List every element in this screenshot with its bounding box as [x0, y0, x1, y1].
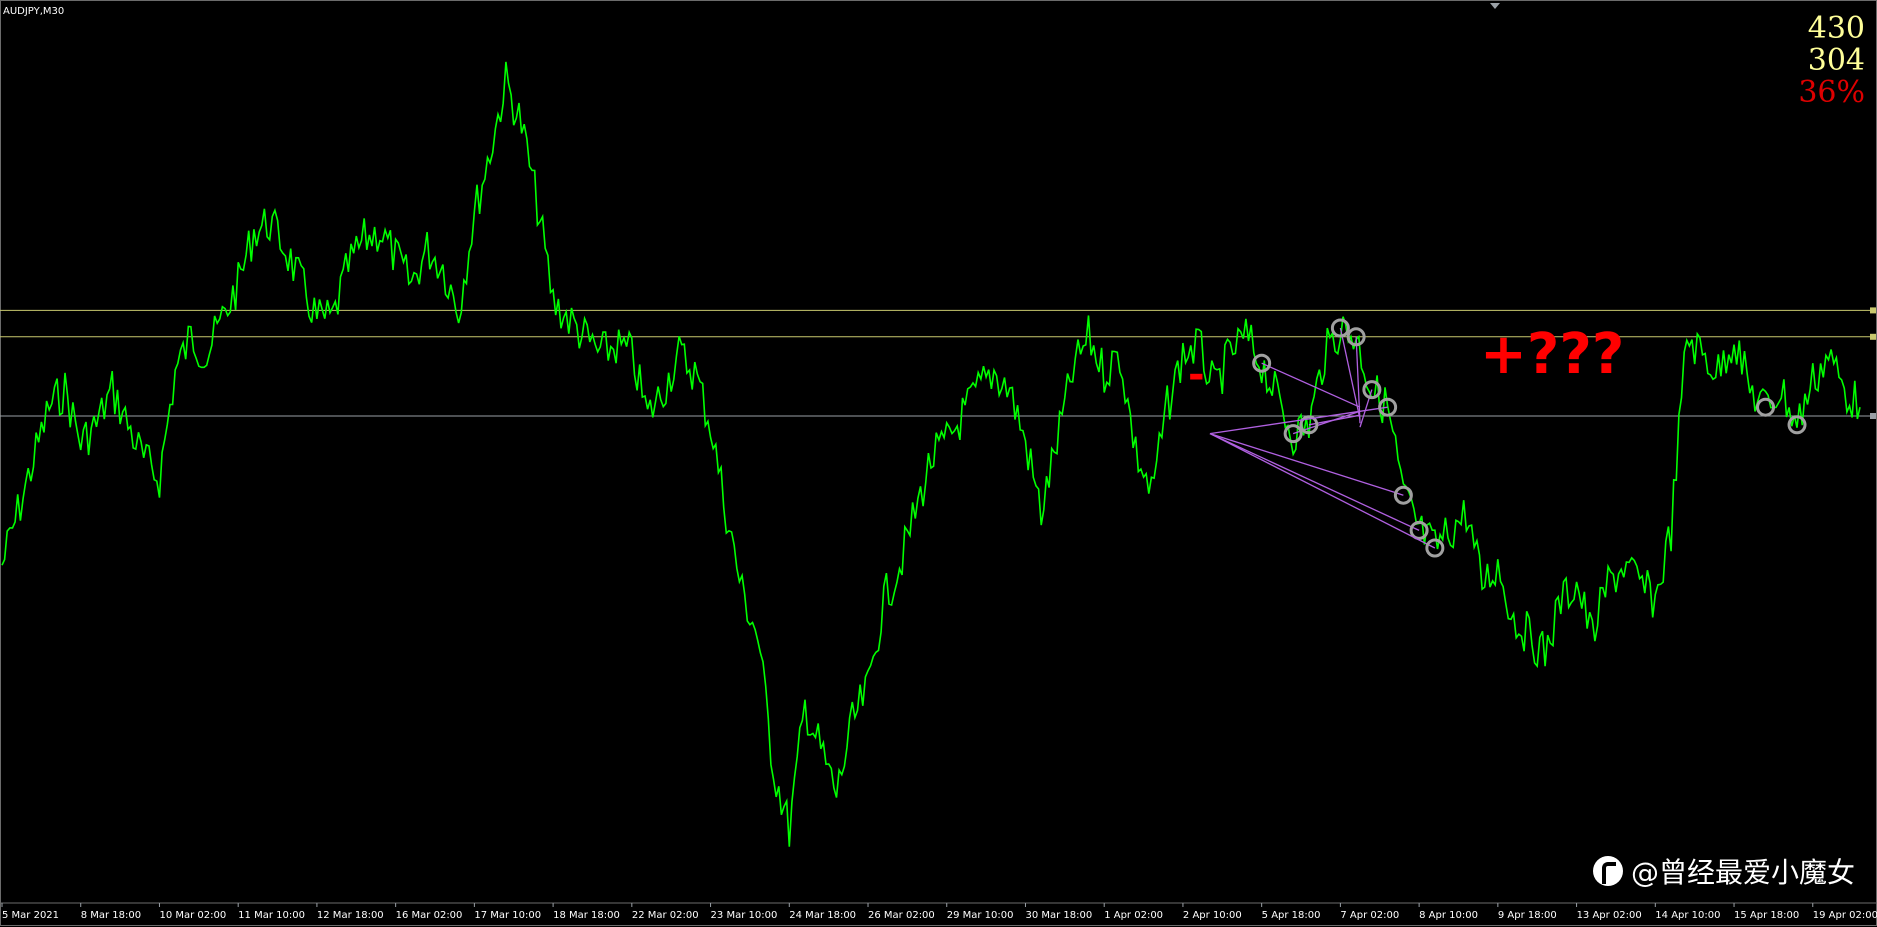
- x-tick-label-22: 15 Apr 18:00: [1734, 910, 1799, 921]
- level-marker-3: [1870, 413, 1876, 419]
- watermark: @曾经最爱小魔女: [1592, 851, 1855, 891]
- x-tick-label-16: 5 Apr 18:00: [1262, 910, 1321, 921]
- x-tick-label-1: 8 Mar 18:00: [81, 910, 141, 921]
- watermark-text: @曾经最爱小魔女: [1630, 856, 1855, 889]
- x-tick-label-6: 17 Mar 10:00: [474, 910, 541, 921]
- x-tick-label-14: 1 Apr 02:00: [1104, 910, 1163, 921]
- x-tick-label-15: 2 Apr 10:00: [1183, 910, 1242, 921]
- x-tick-label-7: 18 Mar 18:00: [553, 910, 620, 921]
- stat-value-3: 36%: [1798, 75, 1865, 110]
- x-tick-label-11: 26 Mar 02:00: [868, 910, 935, 921]
- chart-area[interactable]: AUDJPY,M30 5 Mar 2021 8 Mar 18:00 10 Mar 0…: [0, 0, 1877, 927]
- x-tick-label-21: 14 Apr 10:00: [1655, 910, 1720, 921]
- toutiao-logo-icon: [1592, 856, 1623, 886]
- annotation-minus: -: [1188, 352, 1205, 398]
- stat-value-2: 304: [1808, 43, 1865, 78]
- x-tick-label-5: 16 Mar 02:00: [396, 910, 463, 921]
- x-tick-label-2: 10 Mar 02:00: [159, 910, 226, 921]
- x-tick-label-18: 8 Apr 10:00: [1419, 910, 1478, 921]
- level-marker-1: [1870, 307, 1876, 314]
- x-tick-label-0: 5 Mar 2021: [2, 910, 59, 921]
- x-tick-label-12: 29 Mar 10:00: [947, 910, 1014, 921]
- stat-value-1: 430: [1808, 11, 1865, 46]
- symbol-title: AUDJPY,M30: [3, 6, 64, 17]
- x-tick-label-23: 19 Apr 02:00: [1813, 910, 1877, 921]
- annotation-plus: +???: [1480, 322, 1624, 387]
- level-marker-2: [1870, 333, 1876, 340]
- x-tick-label-13: 30 Mar 18:00: [1025, 910, 1092, 921]
- x-tick-label-9: 23 Mar 10:00: [711, 910, 778, 921]
- x-tick-label-3: 11 Mar 10:00: [238, 910, 305, 921]
- x-tick-label-20: 13 Apr 02:00: [1577, 910, 1642, 921]
- x-tick-label-4: 12 Mar 18:00: [317, 910, 384, 921]
- x-tick-label-8: 22 Mar 02:00: [632, 910, 699, 921]
- x-tick-label-19: 9 Apr 18:00: [1498, 910, 1557, 921]
- x-tick-label-17: 7 Apr 02:00: [1340, 910, 1399, 921]
- price-chart[interactable]: AUDJPY,M30 5 Mar 2021 8 Mar 18:00 10 Mar 0…: [0, 0, 1877, 927]
- chart-frame: [0, 0, 1877, 926]
- x-tick-label-10: 24 Mar 18:00: [789, 910, 856, 921]
